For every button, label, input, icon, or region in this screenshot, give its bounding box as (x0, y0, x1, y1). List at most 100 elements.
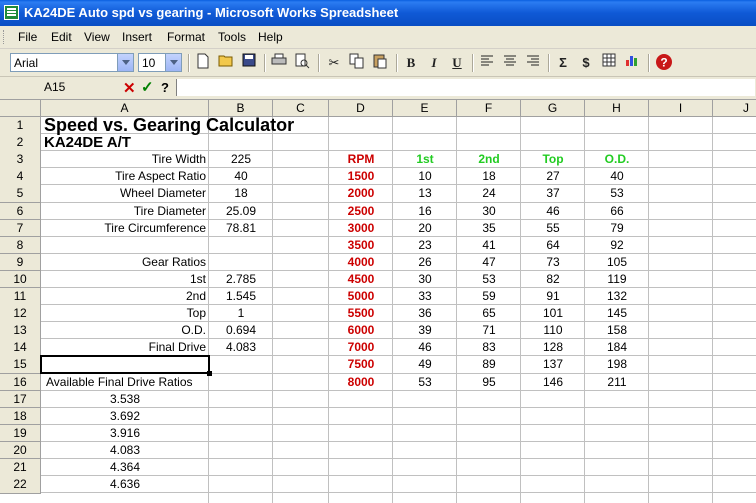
menu-insert[interactable]: Insert (122, 30, 152, 44)
row-header-19[interactable]: 19 (0, 424, 41, 443)
speed-cell[interactable]: 49 (396, 356, 454, 373)
row-header-5[interactable]: 5 (0, 185, 41, 203)
row-header-9[interactable]: 9 (0, 253, 41, 272)
row-header-8[interactable]: 8 (0, 236, 41, 255)
rpm-cell[interactable]: 1500 (332, 168, 390, 185)
final-drive-ratio[interactable]: 4.636 (44, 476, 206, 493)
print-icon[interactable] (269, 53, 289, 73)
speed-cell[interactable]: 16 (396, 203, 454, 220)
speed-cell[interactable]: 83 (460, 339, 518, 356)
row-header-14[interactable]: 14 (0, 339, 41, 357)
gear-label[interactable]: O.D. (44, 322, 206, 339)
speed-cell[interactable]: 82 (524, 271, 582, 288)
gear-label[interactable]: Final Drive (44, 339, 206, 356)
speed-cell[interactable]: 158 (588, 322, 646, 339)
speed-cell[interactable]: 47 (460, 254, 518, 271)
param-label[interactable]: Tire Circumference (44, 220, 206, 237)
open-folder-icon[interactable] (216, 53, 236, 73)
speed-cell[interactable]: 132 (588, 288, 646, 305)
speed-cell[interactable]: 53 (396, 374, 454, 391)
formula-input[interactable] (176, 79, 755, 96)
row-header-4[interactable]: 4 (0, 168, 41, 186)
save-disk-icon[interactable] (239, 53, 259, 73)
speed-cell[interactable]: 89 (460, 356, 518, 373)
speed-cell[interactable]: 53 (588, 185, 646, 202)
speed-cell[interactable]: 137 (524, 356, 582, 373)
selected-cell-a15[interactable] (40, 355, 212, 377)
menu-file[interactable]: File (18, 30, 37, 44)
speed-cell[interactable]: 71 (460, 322, 518, 339)
cell-reference[interactable]: A15 (44, 80, 65, 94)
gear-value[interactable]: 1 (212, 305, 270, 322)
speed-cell[interactable]: 53 (460, 271, 518, 288)
chart-icon[interactable] (622, 53, 642, 73)
paste-clipboard-icon[interactable] (370, 53, 390, 73)
spreadsheet-grid[interactable]: A B C D E F G H I J 1 2 3 4 5 6 7 8 9 10 11 12 13 14 15 16 17 18 19 2… (0, 100, 756, 503)
bold-button[interactable]: B (401, 53, 421, 73)
speed-cell[interactable]: 24 (460, 185, 518, 202)
underline-button[interactable]: U (447, 53, 467, 73)
row-header-16[interactable]: 16 (0, 373, 41, 392)
copy-icon[interactable] (347, 53, 367, 73)
menu-view[interactable]: View (84, 30, 110, 44)
rpm-cell[interactable]: 7500 (332, 356, 390, 373)
speed-cell[interactable]: 128 (524, 339, 582, 356)
rpm-cell[interactable]: 4500 (332, 271, 390, 288)
speed-cell[interactable]: 18 (460, 168, 518, 185)
rpm-cell[interactable]: 6000 (332, 322, 390, 339)
speed-cell[interactable]: 119 (588, 271, 646, 288)
final-drive-ratio[interactable]: 3.916 (44, 425, 206, 442)
help-icon[interactable]: ? (654, 53, 674, 73)
column-header-i[interactable]: I (649, 100, 713, 117)
column-header-j[interactable]: J (713, 100, 756, 117)
row-header-12[interactable]: 12 (0, 305, 41, 323)
menu-edit[interactable]: Edit (51, 30, 72, 44)
param-value[interactable]: 78.81 (212, 220, 270, 237)
print-preview-icon[interactable] (292, 53, 312, 73)
menu-format[interactable]: Format (167, 30, 205, 44)
speed-cell[interactable]: 30 (396, 271, 454, 288)
row-header-20[interactable]: 20 (0, 441, 41, 460)
cut-scissors-icon[interactable]: ✂ (324, 53, 344, 73)
speed-cell[interactable]: 26 (396, 254, 454, 271)
rpm-cell[interactable]: 5500 (332, 305, 390, 322)
speed-cell[interactable]: 110 (524, 322, 582, 339)
new-document-icon[interactable] (193, 53, 213, 73)
rpm-cell[interactable]: 2000 (332, 185, 390, 202)
row-header-11[interactable]: 11 (0, 288, 41, 306)
speed-cell[interactable]: 13 (396, 185, 454, 202)
rpm-cell[interactable]: 8000 (332, 374, 390, 391)
speed-cell[interactable]: 35 (460, 220, 518, 237)
speed-cell[interactable]: 211 (588, 374, 646, 391)
speed-table-header[interactable]: Top (524, 151, 582, 168)
param-value[interactable]: 225 (212, 151, 270, 168)
param-label[interactable]: Tire Diameter (44, 203, 206, 220)
row-header-21[interactable]: 21 (0, 459, 41, 477)
rpm-cell[interactable]: 7000 (332, 339, 390, 356)
speed-cell[interactable]: 46 (396, 339, 454, 356)
param-label[interactable]: Wheel Diameter (44, 185, 206, 202)
row-header-10[interactable]: 10 (0, 270, 41, 289)
align-center-icon[interactable] (500, 53, 520, 73)
row-header-13[interactable]: 13 (0, 322, 41, 340)
speed-cell[interactable]: 59 (460, 288, 518, 305)
speed-cell[interactable]: 64 (524, 237, 582, 254)
insert-table-icon[interactable] (599, 53, 619, 73)
speed-cell[interactable]: 92 (588, 237, 646, 254)
gear-label[interactable]: 1st (44, 271, 206, 288)
speed-cell[interactable]: 30 (460, 203, 518, 220)
rpm-cell[interactable]: 2500 (332, 203, 390, 220)
align-right-icon[interactable] (523, 53, 543, 73)
speed-cell[interactable]: 95 (460, 374, 518, 391)
italic-button[interactable]: I (424, 53, 444, 73)
cancel-entry-button[interactable]: ✕ (123, 79, 136, 97)
speed-cell[interactable]: 66 (588, 203, 646, 220)
chevron-down-icon[interactable] (117, 54, 133, 71)
align-left-icon[interactable] (477, 53, 497, 73)
rpm-cell[interactable]: 3500 (332, 237, 390, 254)
speed-table-header[interactable]: O.D. (588, 151, 646, 168)
column-header-e[interactable]: E (393, 100, 457, 117)
sheet-title[interactable]: Speed vs. Gearing Calculator (44, 116, 294, 134)
speed-cell[interactable]: 101 (524, 305, 582, 322)
speed-cell[interactable]: 184 (588, 339, 646, 356)
